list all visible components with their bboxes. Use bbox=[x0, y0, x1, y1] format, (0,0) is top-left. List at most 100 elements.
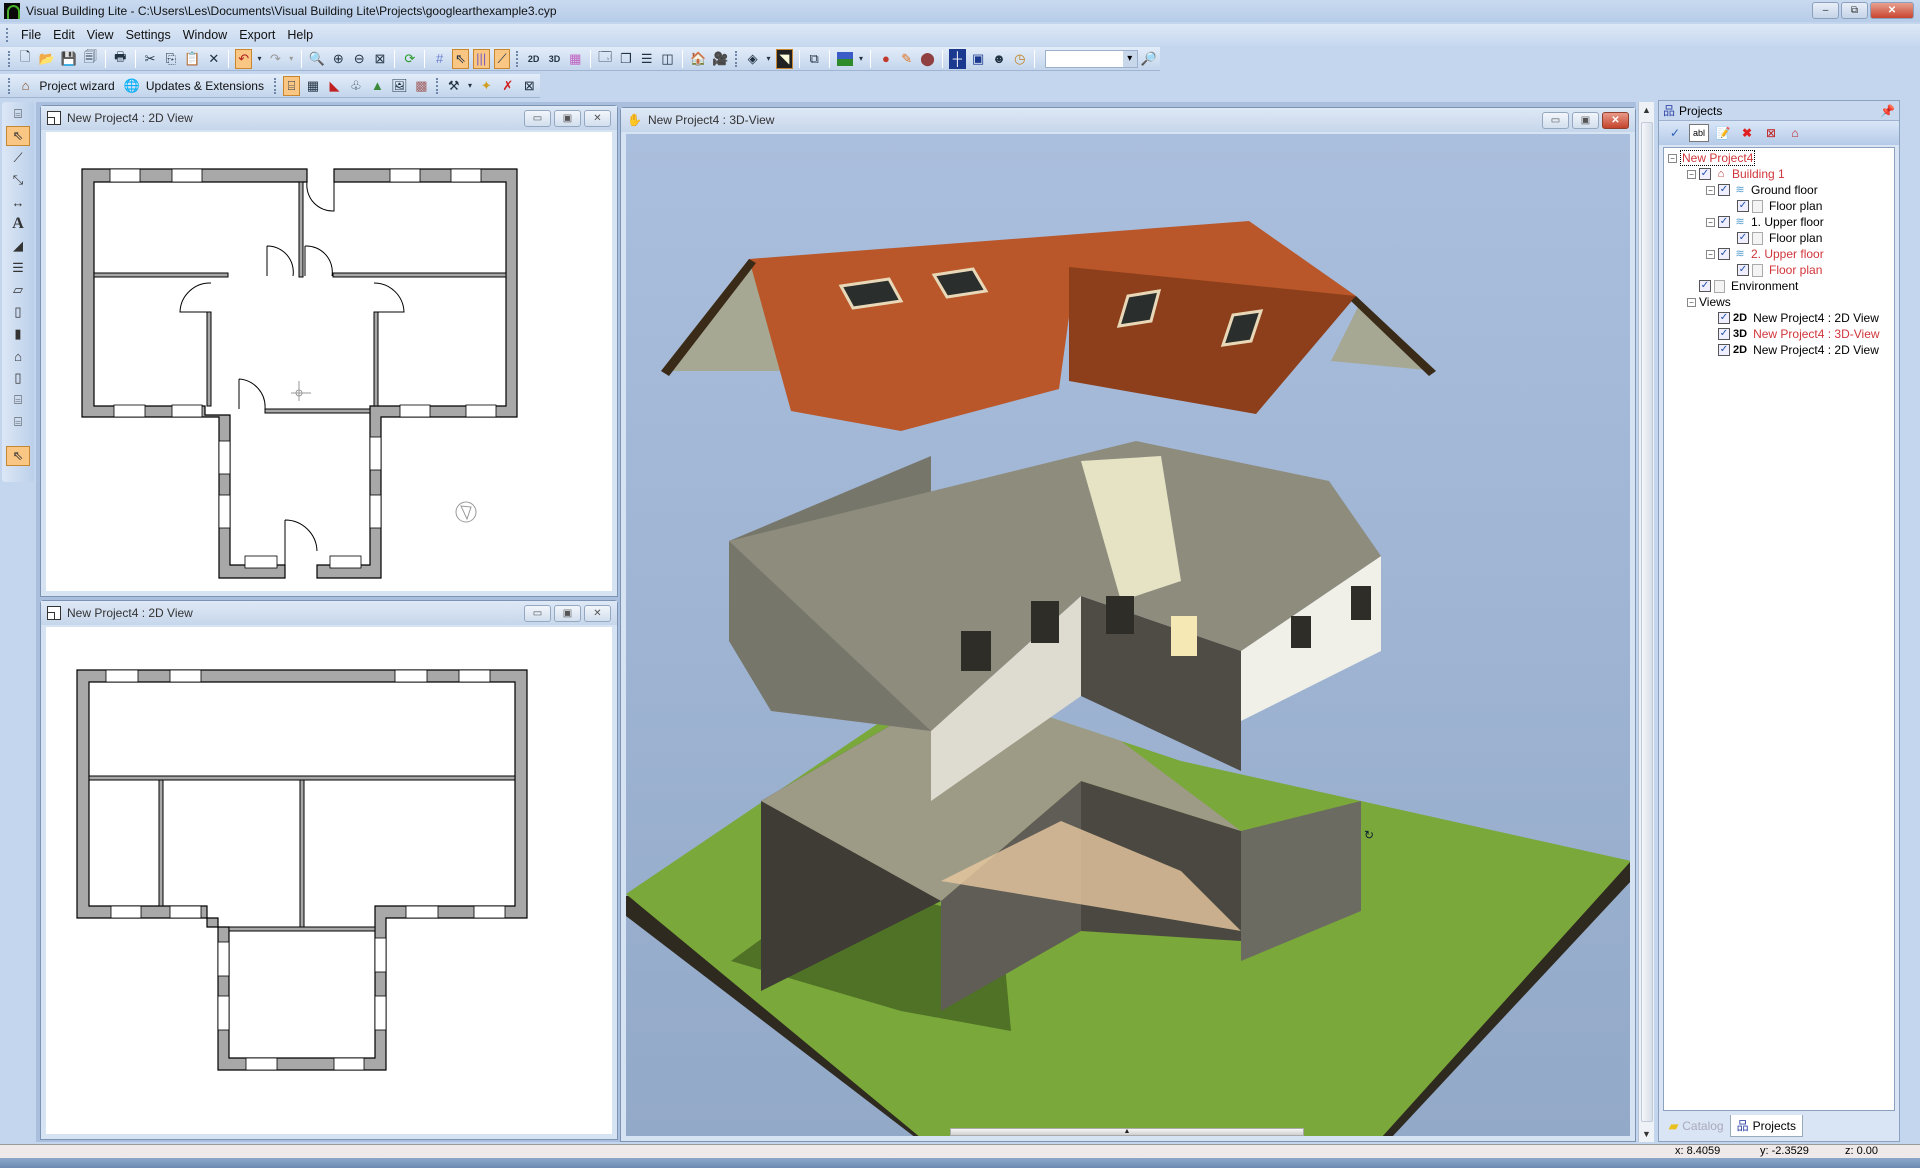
tile-vertical-icon[interactable]: ◫ bbox=[659, 49, 676, 69]
select-snap-icon[interactable]: ⇖ bbox=[452, 48, 469, 69]
toolbar-grip[interactable] bbox=[8, 50, 11, 67]
3d-view-titlebar[interactable]: ✋ New Project4 : 3D-View ▭ ▣ ✕ bbox=[621, 108, 1635, 132]
layers-icon[interactable]: ▦ bbox=[567, 49, 584, 69]
print-icon[interactable]: 🖶 bbox=[112, 49, 129, 69]
tree-expander-icon[interactable]: − bbox=[1687, 297, 1696, 307]
tree-checkbox[interactable]: ✓ bbox=[1699, 280, 1711, 292]
child-restore-button[interactable]: ▣ bbox=[554, 110, 581, 127]
zoom-all-icon[interactable]: ⊠ bbox=[372, 49, 389, 69]
guide-snap-icon[interactable]: ⟋ bbox=[493, 48, 511, 69]
tree-item[interactable]: ✓ 2D New Project4 : 2D View bbox=[1664, 342, 1894, 358]
rename-icon[interactable]: abl bbox=[1689, 124, 1709, 142]
tree-item[interactable]: ✓ Floor plan bbox=[1664, 198, 1894, 214]
pin-icon[interactable]: 📌 bbox=[1880, 104, 1895, 118]
zoom-icon[interactable]: 🔍 bbox=[308, 49, 326, 69]
mdi-vertical-scrollbar[interactable]: ▲ ▼ bbox=[1638, 102, 1654, 1142]
toolbar-grip[interactable] bbox=[8, 77, 11, 94]
child-minimize-button[interactable]: ▭ bbox=[524, 605, 551, 622]
image-icon[interactable]: 🖼 bbox=[390, 76, 409, 96]
menu-window[interactable]: Window bbox=[177, 28, 233, 42]
tree-item[interactable]: ✓ 3D New Project4 : 3D-View bbox=[1664, 326, 1894, 342]
check-icon[interactable]: ✓ bbox=[1665, 124, 1685, 142]
measure-icon[interactable]: ⤡ bbox=[6, 170, 30, 190]
door-icon[interactable]: ▯ bbox=[6, 368, 30, 388]
project-wizard-icon[interactable]: ⌂ bbox=[17, 76, 34, 96]
copy-icon[interactable]: ⎘ bbox=[162, 49, 179, 69]
tile-horizontal-icon[interactable]: ☰ bbox=[638, 49, 655, 69]
tree-item[interactable]: − ✓ ⌂ Building 1 bbox=[1664, 166, 1894, 182]
view-frame-icon[interactable]: ▣ bbox=[970, 49, 987, 69]
tab-catalog[interactable]: ▰ Catalog bbox=[1663, 1115, 1730, 1137]
undo-icon[interactable]: ↶ bbox=[235, 48, 253, 69]
tools-dropdown-icon[interactable]: ▾ bbox=[466, 76, 473, 96]
minimize-button[interactable]: – bbox=[1812, 2, 1839, 19]
scroll-up-arrow[interactable]: ▲ bbox=[1639, 102, 1654, 118]
tree-item[interactable]: − ✓ ≋ Ground floor bbox=[1664, 182, 1894, 198]
material-icon[interactable]: ● bbox=[877, 49, 894, 69]
select-arrow-icon[interactable]: ⇖ bbox=[6, 126, 30, 146]
project-wizard-button[interactable]: Project wizard bbox=[36, 79, 120, 93]
select-arrow-icon[interactable]: ⇖ bbox=[6, 446, 30, 466]
dimension-icon[interactable]: ↔ bbox=[6, 192, 30, 212]
tree-checkbox[interactable]: ✓ bbox=[1699, 168, 1711, 180]
tree-checkbox[interactable]: ✓ bbox=[1737, 232, 1749, 244]
cascade-icon[interactable]: ❐ bbox=[618, 49, 635, 69]
tree-expander-icon[interactable]: − bbox=[1706, 217, 1715, 227]
column-snap-icon[interactable]: ||| bbox=[472, 48, 490, 69]
child-restore-button[interactable]: ▣ bbox=[1572, 112, 1599, 129]
tree-item[interactable]: − Views bbox=[1664, 294, 1894, 310]
magic-select-icon[interactable]: ✦ bbox=[478, 76, 495, 96]
menu-view[interactable]: View bbox=[81, 28, 120, 42]
dormer-icon[interactable]: ⌸ bbox=[6, 412, 30, 432]
menu-settings[interactable]: Settings bbox=[120, 28, 177, 42]
save-image-icon[interactable]: 🏠 bbox=[689, 49, 707, 69]
sky-dropdown-icon[interactable]: ▾ bbox=[858, 49, 865, 69]
bottom-floorplan-canvas[interactable] bbox=[46, 627, 612, 1134]
render-icon[interactable]: ◈ bbox=[744, 49, 761, 69]
child-minimize-button[interactable]: ▭ bbox=[1542, 112, 1569, 129]
tree-expander-icon[interactable]: − bbox=[1706, 185, 1715, 195]
window-new-icon[interactable]: 🗔 bbox=[597, 49, 614, 69]
animation-icon[interactable]: ☻ bbox=[991, 49, 1008, 69]
delete-icon[interactable]: ✖ bbox=[1737, 124, 1757, 142]
tree-checkbox[interactable]: ✓ bbox=[1737, 200, 1749, 212]
zoom-in-icon[interactable]: ⊕ bbox=[330, 49, 347, 69]
tree-checkbox[interactable]: ✓ bbox=[1718, 216, 1730, 228]
properties-icon[interactable]: 📝 bbox=[1713, 124, 1733, 142]
column-icon[interactable]: ▯ bbox=[6, 302, 30, 322]
find-icon[interactable]: 🔎 bbox=[1140, 49, 1158, 69]
view-grid-icon[interactable]: ┼ bbox=[948, 48, 966, 69]
child-close-button[interactable]: ✕ bbox=[1602, 112, 1629, 129]
window-icon[interactable]: ⌂ bbox=[6, 346, 30, 366]
refresh-icon[interactable]: ⟳ bbox=[401, 49, 418, 69]
tab-projects[interactable]: 品 Projects bbox=[1729, 1115, 1803, 1137]
child-close-button[interactable]: ✕ bbox=[584, 110, 611, 127]
menu-edit[interactable]: Edit bbox=[47, 28, 81, 42]
new-icon[interactable]: 🗋 bbox=[17, 49, 34, 69]
tree-expander-icon[interactable]: − bbox=[1668, 153, 1677, 163]
globe-icon[interactable]: 🌐 bbox=[123, 76, 141, 96]
cut-icon[interactable]: ✂ bbox=[142, 49, 159, 69]
paint-icon[interactable]: ✎ bbox=[898, 49, 915, 69]
toolbar-grip[interactable] bbox=[273, 77, 277, 94]
tree-checkbox[interactable]: ✓ bbox=[1718, 184, 1730, 196]
tree-expander-icon[interactable]: − bbox=[1687, 169, 1696, 179]
wall-icon[interactable]: ◢ bbox=[6, 236, 30, 256]
menu-grip[interactable] bbox=[6, 28, 9, 42]
delete-icon[interactable]: ✕ bbox=[205, 49, 222, 69]
toolbar-grip[interactable] bbox=[516, 50, 519, 67]
light-icon[interactable]: ◥ bbox=[775, 48, 793, 69]
tree-checkbox[interactable]: ✓ bbox=[1737, 264, 1749, 276]
terrain-icon[interactable]: ▲ bbox=[369, 76, 386, 96]
scroll-down-arrow[interactable]: ▼ bbox=[1639, 1126, 1654, 1142]
paste-icon[interactable]: 📋 bbox=[183, 49, 201, 69]
redo-icon[interactable]: ↷ bbox=[267, 49, 284, 69]
tree-checkbox[interactable]: ✓ bbox=[1718, 328, 1730, 340]
open-icon[interactable]: 📂 bbox=[38, 49, 56, 69]
wall-red-icon[interactable]: ◣ bbox=[326, 76, 343, 96]
save-all-icon[interactable]: 🗐 bbox=[82, 49, 99, 69]
child-minimize-button[interactable]: ▭ bbox=[524, 110, 551, 127]
tree-plant-icon[interactable]: ♧ bbox=[347, 76, 364, 96]
texture-map-icon[interactable]: ▩ bbox=[413, 76, 430, 96]
slab-icon[interactable]: ▱ bbox=[6, 280, 30, 300]
